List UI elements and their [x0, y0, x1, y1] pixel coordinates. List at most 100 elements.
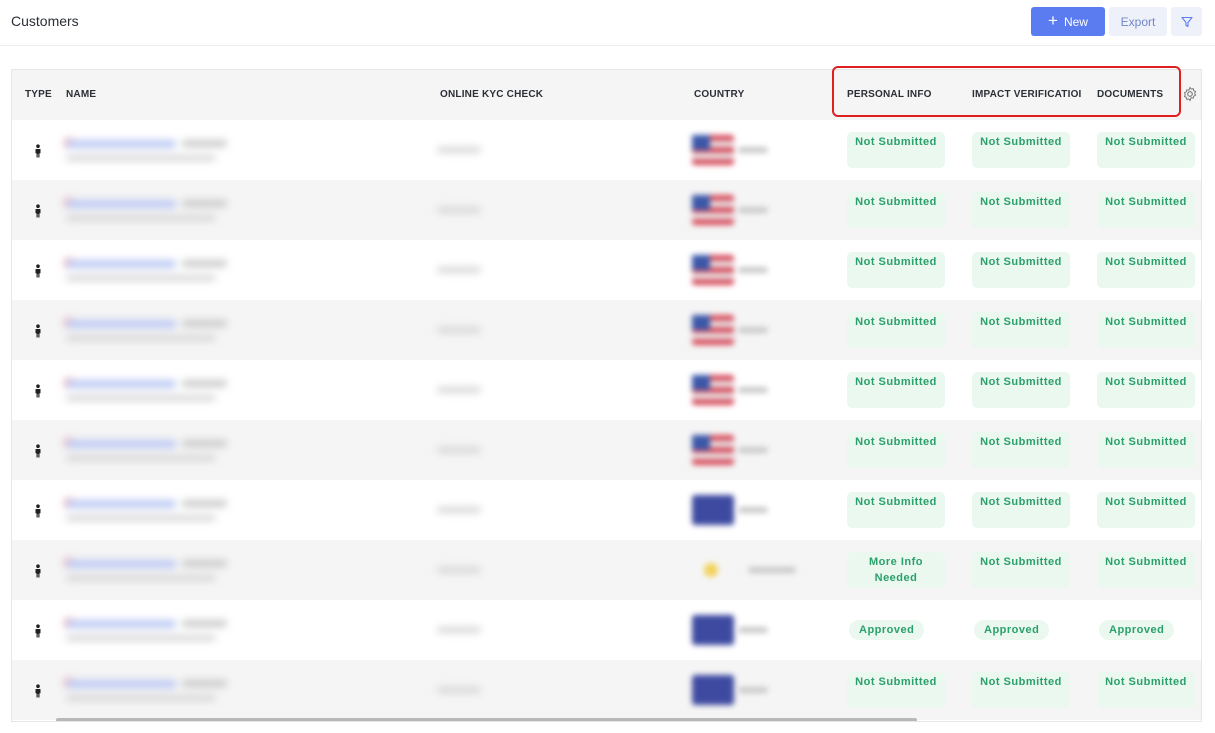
filter-button[interactable]: [1171, 7, 1202, 36]
status-badge-impact: Not Submitted: [972, 132, 1070, 168]
country-flag-icon: [692, 435, 734, 465]
country-flag-icon: [692, 255, 734, 285]
person-icon: [35, 264, 41, 278]
status-badge-documents: Not Submitted: [1097, 552, 1195, 588]
horizontal-scrollbar[interactable]: [56, 718, 917, 721]
status-badge-personal: Not Submitted: [847, 672, 945, 708]
gear-icon[interactable]: [1182, 86, 1198, 102]
table-row[interactable]: Not Submitted Not Submitted Not Submitted: [12, 420, 1201, 480]
filter-icon: [1180, 16, 1193, 27]
customer-name-redacted[interactable]: [62, 368, 298, 414]
country-flag-icon: [692, 195, 734, 225]
person-icon: [35, 204, 41, 218]
column-header-personal-info[interactable]: PERSONAL INFO: [847, 89, 932, 100]
new-button-label: New: [1063, 14, 1088, 29]
kyc-status-redacted: [417, 204, 497, 216]
column-header-type[interactable]: TYPE: [25, 89, 52, 100]
country-name-redacted: [738, 385, 828, 395]
customer-name-redacted[interactable]: [62, 248, 298, 294]
top-bar: Customers + New Export: [0, 0, 1215, 46]
person-icon: [35, 384, 41, 398]
status-badge-personal: Not Submitted: [847, 132, 945, 168]
customer-name-redacted[interactable]: [62, 548, 298, 594]
status-badge-impact: Not Submitted: [972, 192, 1070, 228]
person-icon: [35, 144, 41, 158]
page-title: Customers: [11, 13, 79, 29]
status-badge-personal: More Info Needed: [847, 552, 945, 588]
customer-name-redacted[interactable]: [62, 428, 298, 474]
status-badge-personal: Not Submitted: [847, 492, 945, 528]
kyc-status-redacted: [417, 444, 497, 456]
status-badge-personal: Not Submitted: [847, 372, 945, 408]
country-flag-icon: [692, 615, 734, 645]
country-name-redacted: [738, 565, 828, 575]
status-badge-documents: Approved: [1099, 620, 1175, 640]
status-badge-impact: Not Submitted: [972, 312, 1070, 348]
country-name-redacted: [738, 325, 828, 335]
table-row[interactable]: Not Submitted Not Submitted Not Submitted: [12, 480, 1201, 540]
status-badge-personal: Not Submitted: [847, 192, 945, 228]
country-name-redacted: [738, 625, 828, 635]
table-row[interactable]: Not Submitted Not Submitted Not Submitted: [12, 180, 1201, 240]
person-icon: [35, 504, 41, 518]
status-badge-documents: Not Submitted: [1097, 492, 1195, 528]
customer-name-redacted[interactable]: [62, 608, 298, 654]
status-badge-documents: Not Submitted: [1097, 372, 1195, 408]
country-name-redacted: [738, 505, 828, 515]
table-row[interactable]: Not Submitted Not Submitted Not Submitted: [12, 300, 1201, 360]
kyc-status-redacted: [417, 384, 497, 396]
country-flag-icon: [692, 375, 734, 405]
status-badge-documents: Not Submitted: [1097, 672, 1195, 708]
person-icon: [35, 444, 41, 458]
table-row[interactable]: Not Submitted Not Submitted Not Submitted: [12, 120, 1201, 180]
country-flag-icon: [692, 555, 734, 585]
customers-table: TYPE NAME ONLINE KYC CHECK COUNTRY PERSO…: [11, 69, 1202, 722]
kyc-status-redacted: [417, 324, 497, 336]
status-badge-impact: Approved: [974, 620, 1050, 640]
status-badge-documents: Not Submitted: [1097, 252, 1195, 288]
country-flag-icon: [692, 675, 734, 705]
person-icon: [35, 684, 41, 698]
person-icon: [35, 624, 41, 638]
status-badge-documents: Not Submitted: [1097, 432, 1195, 468]
column-header-name[interactable]: NAME: [66, 89, 96, 100]
kyc-status-redacted: [417, 564, 497, 576]
column-header-documents[interactable]: DOCUMENTS: [1097, 89, 1163, 100]
country-name-redacted: [738, 265, 828, 275]
status-badge-personal: Not Submitted: [847, 312, 945, 348]
country-name-redacted: [738, 205, 828, 215]
table-row[interactable]: Not Submitted Not Submitted Not Submitted: [12, 360, 1201, 420]
table-row[interactable]: Approved Approved Approved: [12, 600, 1201, 660]
column-header-country[interactable]: COUNTRY: [694, 89, 744, 100]
table-row[interactable]: More Info Needed Not Submitted Not Submitt…: [12, 540, 1201, 600]
table-row[interactable]: Not Submitted Not Submitted Not Submitted: [12, 240, 1201, 300]
status-badge-personal: Not Submitted: [847, 252, 945, 288]
customer-name-redacted[interactable]: [62, 188, 298, 234]
country-flag-icon: [692, 315, 734, 345]
table-header: TYPE NAME ONLINE KYC CHECK COUNTRY PERSO…: [12, 70, 1201, 120]
column-header-impact-verification[interactable]: IMPACT VERIFICATIOI: [972, 89, 1087, 100]
status-badge-impact: Not Submitted: [972, 372, 1070, 408]
plus-icon: +: [1048, 11, 1058, 30]
person-icon: [35, 324, 41, 338]
kyc-status-redacted: [417, 624, 497, 636]
customer-name-redacted[interactable]: [62, 128, 298, 174]
country-flag-icon: [692, 135, 734, 165]
status-badge-impact: Not Submitted: [972, 672, 1070, 708]
status-badge-impact: Not Submitted: [972, 552, 1070, 588]
customer-name-redacted[interactable]: [62, 488, 298, 534]
export-button[interactable]: Export: [1109, 7, 1167, 36]
status-badge-personal: Approved: [849, 620, 925, 640]
kyc-status-redacted: [417, 144, 497, 156]
country-name-redacted: [738, 445, 828, 455]
country-flag-icon: [692, 495, 734, 525]
status-badge-personal: Not Submitted: [847, 432, 945, 468]
country-name-redacted: [738, 145, 828, 155]
column-header-kyc[interactable]: ONLINE KYC CHECK: [440, 89, 543, 100]
customer-name-redacted[interactable]: [62, 668, 298, 714]
customer-name-redacted[interactable]: [62, 308, 298, 354]
table-row[interactable]: Not Submitted Not Submitted Not Submitted: [12, 660, 1201, 720]
country-name-redacted: [738, 685, 828, 695]
new-button[interactable]: + New: [1031, 7, 1105, 36]
status-badge-documents: Not Submitted: [1097, 132, 1195, 168]
